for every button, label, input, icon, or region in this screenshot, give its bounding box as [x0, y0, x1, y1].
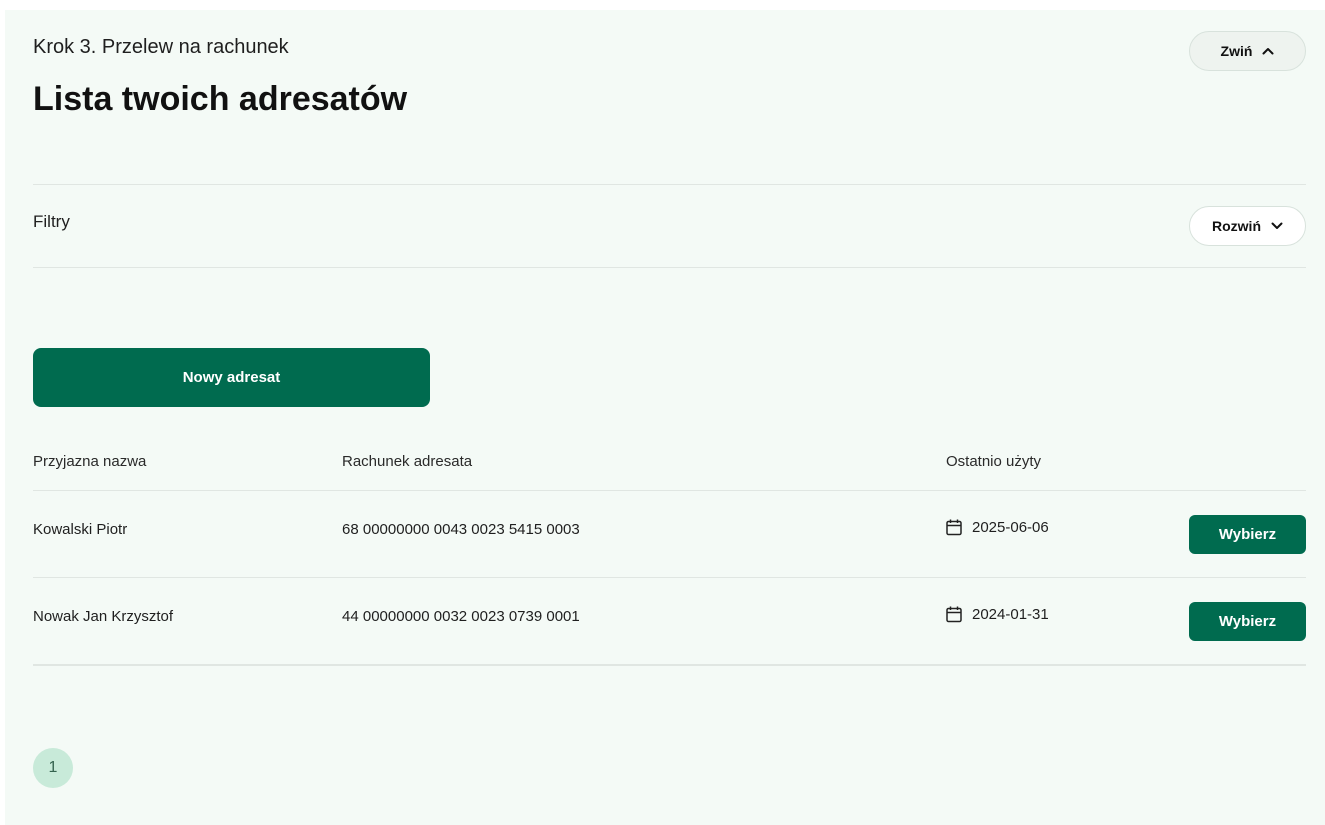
last-used-value: 2025-06-06	[972, 519, 1049, 536]
collapse-button[interactable]: Zwiń	[1189, 31, 1306, 71]
pagination-page-1[interactable]: 1	[33, 748, 73, 788]
step-label: Krok 3. Przelew na rachunek	[33, 36, 289, 58]
page-title: Lista twoich adresatów	[33, 80, 408, 118]
recipient-name: Nowak Jan Krzysztof	[33, 608, 174, 625]
column-header-last-used: Ostatnio użyty	[946, 453, 1042, 470]
filters-label: Filtry	[33, 212, 70, 231]
chevron-up-icon	[1262, 48, 1274, 55]
recipient-account: 68 00000000 0043 0023 5415 0003	[342, 521, 580, 538]
calendar-icon	[946, 519, 962, 536]
last-used-date: 2024-01-31	[946, 606, 1049, 623]
choose-recipient-button[interactable]: Wybierz	[1189, 602, 1306, 641]
expand-button-label: Rozwiń	[1212, 218, 1261, 234]
column-header-account: Rachunek adresata	[342, 453, 473, 470]
divider	[33, 184, 1306, 185]
recipient-name: Kowalski Piotr	[33, 521, 128, 538]
row-divider	[33, 577, 1306, 578]
calendar-icon	[946, 606, 962, 623]
recipients-panel: Krok 3. Przelew na rachunek Lista twoich…	[5, 10, 1325, 825]
choose-recipient-button[interactable]: Wybierz	[1189, 515, 1306, 554]
last-used-date: 2025-06-06	[946, 519, 1049, 536]
table-header-divider	[33, 490, 1306, 491]
row-divider	[33, 664, 1306, 666]
recipient-account: 44 00000000 0032 0023 0739 0001	[342, 608, 580, 625]
chevron-down-icon	[1271, 222, 1283, 229]
last-used-value: 2024-01-31	[972, 606, 1049, 623]
new-recipient-button[interactable]: Nowy adresat	[33, 348, 430, 407]
column-header-friendly-name: Przyjazna nazwa	[33, 453, 147, 470]
expand-filters-button[interactable]: Rozwiń	[1189, 206, 1306, 246]
collapse-button-label: Zwiń	[1220, 43, 1253, 59]
divider	[33, 267, 1306, 268]
